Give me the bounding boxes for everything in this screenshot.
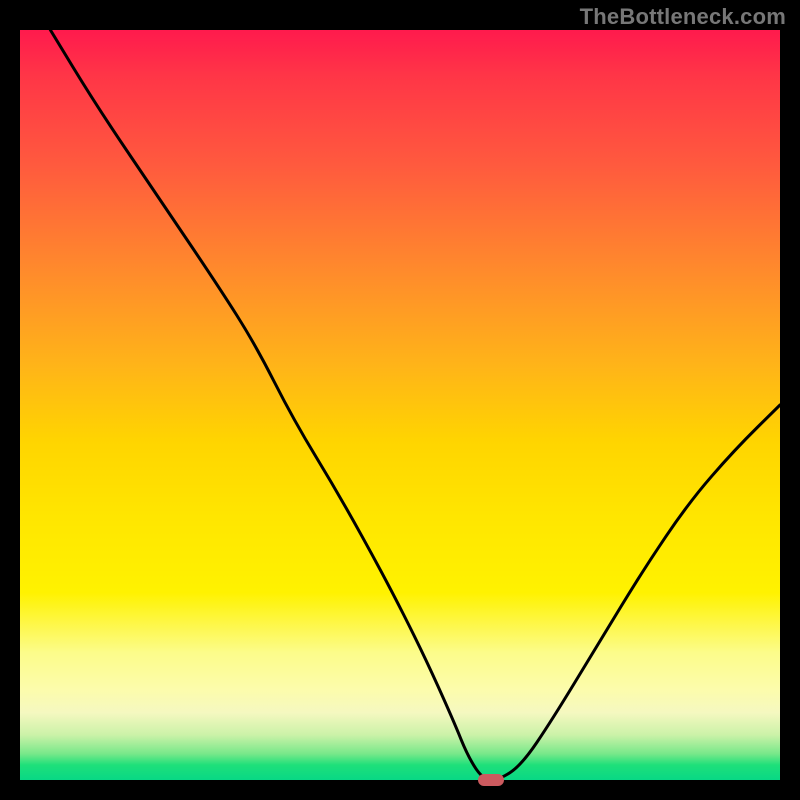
chart-curve-svg (20, 30, 780, 780)
bottleneck-curve-path (50, 30, 780, 780)
optimal-point-marker (478, 774, 505, 786)
chart-frame: TheBottleneck.com (0, 0, 800, 800)
watermark-text: TheBottleneck.com (580, 4, 786, 30)
chart-plot-area (20, 30, 780, 780)
